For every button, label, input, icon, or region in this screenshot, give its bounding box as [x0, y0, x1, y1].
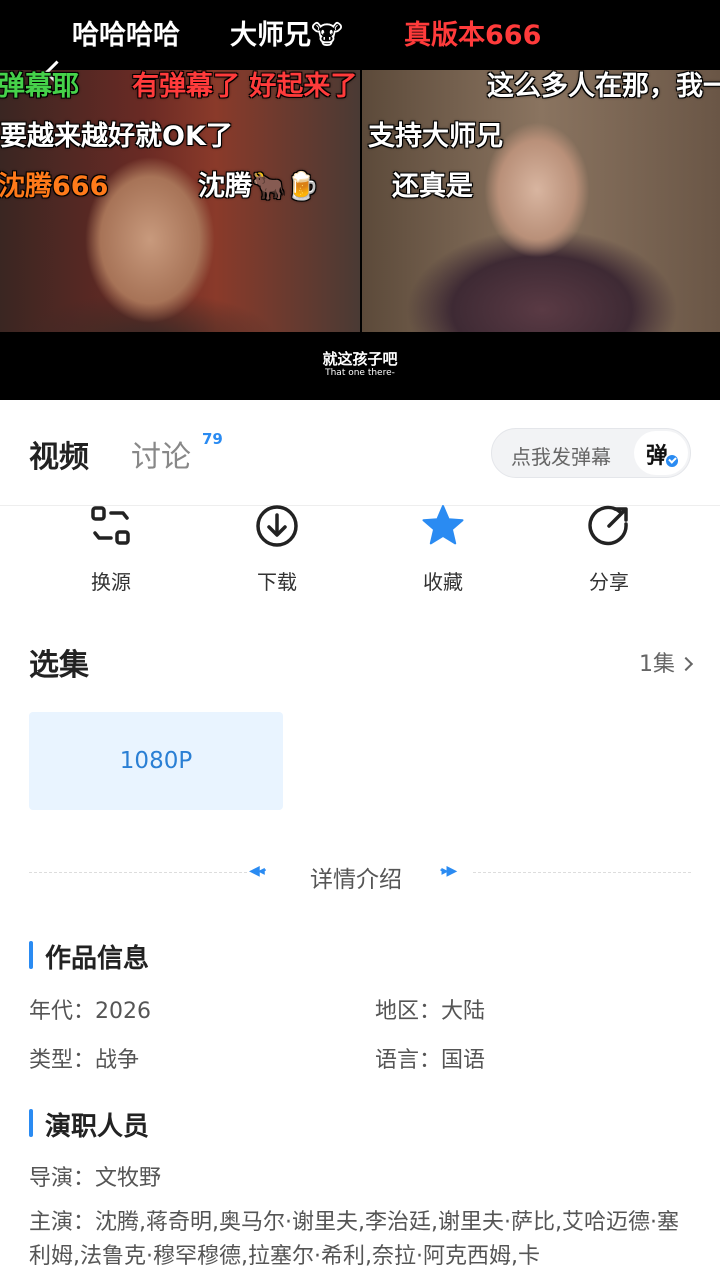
danmaku-comment: 弹幕耶 — [0, 71, 79, 102]
switch-source-label: 换源 — [91, 570, 131, 594]
switch-source-icon — [91, 506, 130, 545]
share-icon — [588, 505, 628, 546]
star-icon — [422, 505, 464, 545]
danmaku-comment: 哈哈哈哈 — [72, 20, 180, 51]
danmaku-comment: 沈腾🐂🍺 — [198, 171, 320, 202]
episodes-count-link[interactable]: 1集 — [639, 646, 694, 678]
danmaku-comment: 沈腾666 — [0, 171, 109, 202]
share-button[interactable]: 分享 — [549, 500, 669, 600]
actors-info: 主演：沈腾,蒋奇明,奥马尔·谢里夫,李治廷,谢里夫·萨比,艾哈迈德·塞利姆,法鲁… — [29, 1210, 679, 1269]
language-info: 语言：国语 — [375, 1048, 486, 1073]
danmaku-input-placeholder: 点我发弹幕 — [511, 445, 611, 469]
danmaku-comment: 这么多人在那，我一 — [487, 71, 720, 102]
episodes-count: 1集 — [639, 652, 675, 677]
video-player[interactable]: 哈哈哈哈 大师兄🐮 真版本666 弹幕耶 有弹幕了 好起来了 这么多人在那，我一… — [0, 0, 720, 400]
check-badge-icon — [664, 453, 680, 469]
danmaku-comment: 有弹幕了 好起来了 — [132, 71, 358, 102]
discuss-count-badge: 79 — [202, 430, 223, 448]
danmaku-comment: 支持大师兄 — [368, 121, 503, 152]
details-divider: ◀◂· 详情介绍 ·▸▶ — [29, 860, 691, 893]
subtitle-english: That one there- — [325, 368, 395, 378]
region-info: 地区：大陆 — [375, 999, 486, 1024]
action-row: 换源 下载 收藏 分享 — [0, 500, 720, 600]
favorite-label: 收藏 — [423, 570, 463, 594]
double-arrow-right-icon: ·▸▶ — [439, 863, 457, 879]
divider-line-right — [473, 872, 691, 873]
download-button[interactable]: 下载 — [217, 500, 337, 600]
danmaku-comment: 真版本666 — [404, 20, 542, 51]
director-info: 导演：文牧野 — [29, 1166, 162, 1191]
divider-line-left — [29, 872, 247, 873]
danmaku-toggle-button[interactable]: 弹 — [634, 431, 688, 475]
favorite-button[interactable]: 收藏 — [383, 500, 503, 600]
tab-video[interactable]: 视频 — [29, 432, 89, 476]
chevron-right-icon — [678, 656, 694, 672]
episodes-title: 选集 — [29, 648, 89, 683]
cast-title: 演职人员 — [29, 1106, 149, 1143]
details-divider-label: 详情介绍 — [310, 867, 402, 893]
danmaku-comment: 大师兄🐮 — [230, 20, 343, 51]
download-icon — [256, 505, 298, 547]
year-info: 年代：2026 — [29, 999, 151, 1024]
content-tabs-bar: 视频 讨论 79 点我发弹幕 弹 — [0, 400, 720, 506]
download-label: 下载 — [257, 570, 297, 594]
share-label: 分享 — [589, 570, 629, 594]
send-danmaku-input[interactable]: 点我发弹幕 弹 — [491, 428, 691, 478]
switch-source-button[interactable]: 换源 — [51, 500, 171, 600]
subtitle-chinese: 就这孩子吧 — [322, 350, 398, 368]
episode-item[interactable]: 1080P — [29, 712, 283, 810]
double-arrow-left-icon: ◀◂· — [249, 863, 267, 879]
danmaku-comment: 还真是 — [392, 171, 473, 202]
genre-info: 类型：战争 — [29, 1048, 140, 1073]
danmaku-comment: 要越来越好就OK了 — [0, 121, 233, 152]
work-info-title: 作品信息 — [29, 938, 149, 975]
tab-discuss[interactable]: 讨论 — [131, 432, 191, 476]
